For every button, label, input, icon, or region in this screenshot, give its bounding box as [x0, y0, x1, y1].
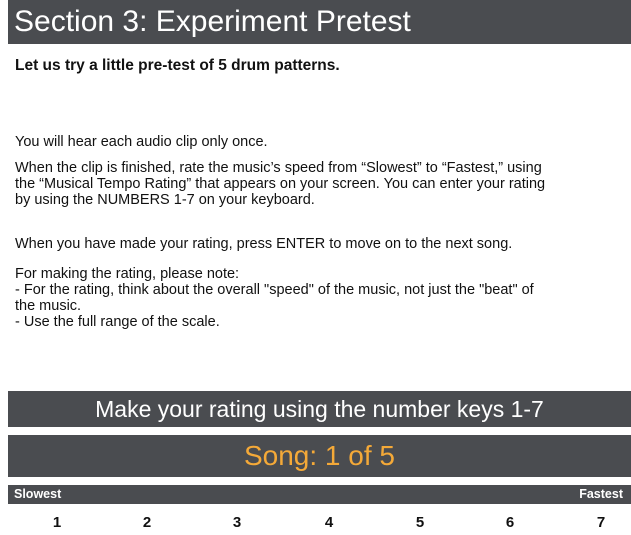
section-title-bar: Section 3: Experiment Pretest [8, 0, 631, 44]
rating-option-3[interactable]: 3 [222, 512, 252, 534]
instruction-press-enter: When you have made your rating, press EN… [15, 236, 513, 252]
instruction-rating-paragraph: When the clip is finished, rate the musi… [15, 160, 631, 208]
rating-instruction-bar: Make your rating using the number keys 1… [8, 391, 631, 427]
rating-note-line: the music. [15, 298, 82, 314]
rating-option-1[interactable]: 1 [42, 512, 72, 534]
instruction-rating-line: When the clip is finished, rate the musi… [15, 160, 542, 176]
rating-option-7[interactable]: 7 [586, 512, 616, 534]
rating-note-line: - For the rating, think about the overal… [15, 282, 534, 298]
rating-notes-heading: For making the rating, please note: [15, 266, 240, 282]
song-progress-bar: Song: 1 of 5 [8, 435, 631, 477]
scale-high-label: Fastest [579, 487, 623, 501]
rating-scale-numbers: 1 2 3 4 5 6 7 [8, 512, 631, 534]
rating-note-line: - Use the full range of the scale. [15, 314, 220, 330]
rating-instruction-label: Make your rating using the number keys 1… [95, 396, 544, 422]
intro-text: Let us try a little pre-test of 5 drum p… [15, 57, 340, 74]
instruction-rating-line: the “Musical Tempo Rating” that appears … [15, 176, 546, 192]
section-title: Section 3: Experiment Pretest [14, 5, 411, 38]
tempo-scale-bar: Slowest Fastest [8, 485, 631, 504]
instruction-rating-line: by using the NUMBERS 1-7 on your keyboar… [15, 192, 315, 208]
scale-low-label: Slowest [14, 487, 62, 501]
rating-option-2[interactable]: 2 [132, 512, 162, 534]
rating-option-6[interactable]: 6 [495, 512, 525, 534]
rating-option-4[interactable]: 4 [314, 512, 344, 534]
rating-notes: For making the rating, please note: - Fo… [15, 266, 631, 330]
instruction-play-once: You will hear each audio clip only once. [15, 134, 268, 150]
rating-option-5[interactable]: 5 [405, 512, 435, 534]
song-progress-label: Song: 1 of 5 [243, 440, 395, 471]
